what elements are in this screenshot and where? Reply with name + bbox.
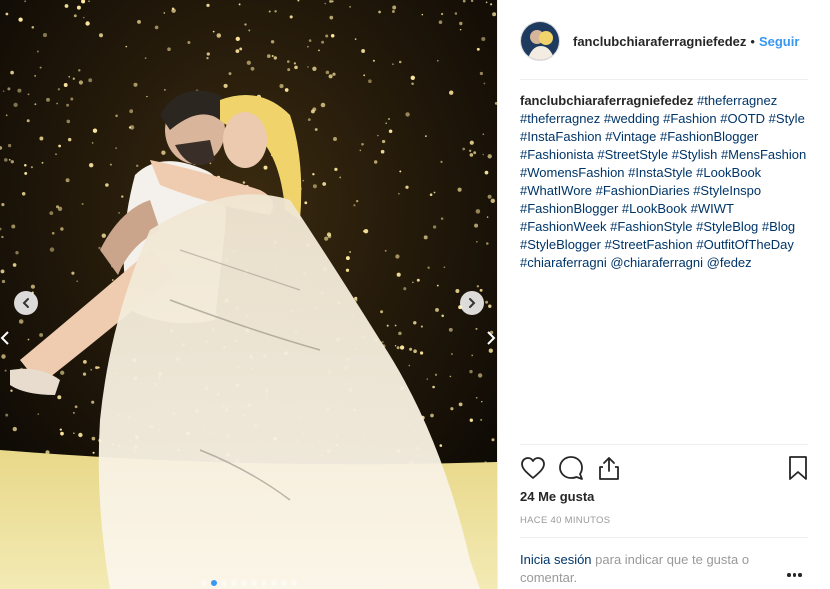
caption-hashtag[interactable]: #Style: [769, 111, 805, 126]
photo-illustration: [0, 0, 497, 589]
follow-button[interactable]: Seguir: [759, 34, 799, 49]
caption-hashtag[interactable]: #FashionDiaries: [596, 183, 690, 198]
login-link[interactable]: Inicia sesión: [520, 552, 592, 567]
caption-hashtag[interactable]: #LookBook: [622, 201, 687, 216]
comments-divider: [520, 537, 808, 538]
caption-hashtag[interactable]: #FashionWeek: [520, 219, 606, 234]
caption-hashtag[interactable]: #StyleBlog: [696, 219, 758, 234]
carousel-dot: [220, 580, 227, 586]
caption-hashtag[interactable]: #Fashion: [663, 111, 716, 126]
caption-hashtag[interactable]: #Vintage: [605, 129, 656, 144]
avatar[interactable]: [520, 21, 560, 61]
caption-hashtag[interactable]: #MensFashion: [721, 147, 806, 162]
post-caption: fanclubchiaraferragniefedez #theferragne…: [520, 92, 810, 272]
more-options-button[interactable]: [787, 573, 805, 579]
share-button[interactable]: [596, 455, 622, 481]
comment-icon: [559, 456, 583, 480]
caption-hashtag[interactable]: @fedez: [707, 255, 752, 270]
caption-hashtag[interactable]: #StyleInspo: [693, 183, 761, 198]
caption-hashtag[interactable]: @chiaraferragni: [610, 255, 703, 270]
caption-hashtag[interactable]: #FashionBlogger: [660, 129, 758, 144]
caption-hashtag[interactable]: #wedding: [604, 111, 660, 126]
caption-hashtag[interactable]: #Stylish: [672, 147, 718, 162]
caption-hashtag[interactable]: #StreetFashion: [605, 237, 693, 252]
carousel-dot: [210, 580, 217, 586]
post-photo[interactable]: [0, 0, 497, 589]
caption-hashtag[interactable]: #StyleBlogger: [520, 237, 601, 252]
caption-hashtag[interactable]: #InstaFashion: [520, 129, 602, 144]
share-icon: [599, 457, 619, 480]
header-divider: [520, 79, 808, 80]
caption-username[interactable]: fanclubchiaraferragniefedez: [520, 93, 693, 108]
login-prompt: Inicia sesión para indicar que te gusta …: [520, 551, 780, 587]
caption-hashtag[interactable]: #chiaraferragni: [520, 255, 607, 270]
left-edge-arrow: [0, 330, 10, 346]
bookmark-icon: [789, 456, 807, 480]
more-icon: [787, 573, 791, 577]
caption-hashtag[interactable]: #theferragnez: [520, 111, 600, 126]
caption-hashtag[interactable]: #FashionBlogger: [520, 201, 618, 216]
carousel-dot: [260, 580, 267, 586]
carousel-dot: [280, 580, 287, 586]
post-details-panel: fanclubchiaraferragniefedez • Seguir fan…: [497, 0, 830, 589]
carousel-next-button[interactable]: [460, 291, 484, 315]
caption-hashtag[interactable]: #OutfitOfTheDay: [696, 237, 794, 252]
like-button[interactable]: [520, 455, 546, 481]
post-header: fanclubchiaraferragniefedez • Seguir: [520, 20, 799, 62]
caption-hashtag[interactable]: #OOTD: [720, 111, 765, 126]
like-count[interactable]: 24 Me gusta: [520, 489, 594, 504]
carousel-dot: [250, 580, 257, 586]
chevron-left-icon: [22, 298, 29, 308]
post-timestamp[interactable]: HACE 40 MINUTOS: [520, 515, 610, 526]
carousel-dot: [270, 580, 277, 586]
carousel-indicator: [0, 580, 497, 586]
caption-divider: [520, 444, 808, 445]
carousel-dot: [230, 580, 237, 586]
caption-hashtag[interactable]: #theferragnez: [697, 93, 777, 108]
caption-hashtag[interactable]: #StreetStyle: [597, 147, 668, 162]
caption-hashtag[interactable]: #Blog: [762, 219, 795, 234]
chevron-right-icon: [469, 298, 476, 308]
caption-hashtag[interactable]: #LookBook: [696, 165, 761, 180]
carousel-dot: [240, 580, 247, 586]
comment-button[interactable]: [558, 455, 584, 481]
carousel-dot: [200, 580, 207, 586]
carousel-prev-button[interactable]: [14, 291, 38, 315]
username-link[interactable]: fanclubchiaraferragniefedez: [573, 34, 746, 49]
caption-hashtag[interactable]: #Fashionista: [520, 147, 594, 162]
post-actions: [520, 455, 810, 483]
caption-hashtag[interactable]: #WIWT: [691, 201, 734, 216]
heart-icon: [521, 457, 545, 479]
caption-hashtag[interactable]: #WomensFashion: [520, 165, 625, 180]
caption-hashtag[interactable]: #WhatIWore: [520, 183, 592, 198]
caption-hashtag[interactable]: #FashionStyle: [610, 219, 692, 234]
carousel-dot: [290, 580, 297, 586]
save-button[interactable]: [785, 455, 811, 481]
caption-hashtag[interactable]: #InstaStyle: [628, 165, 692, 180]
separator-dot: •: [750, 33, 755, 49]
right-edge-arrow: [486, 330, 496, 346]
